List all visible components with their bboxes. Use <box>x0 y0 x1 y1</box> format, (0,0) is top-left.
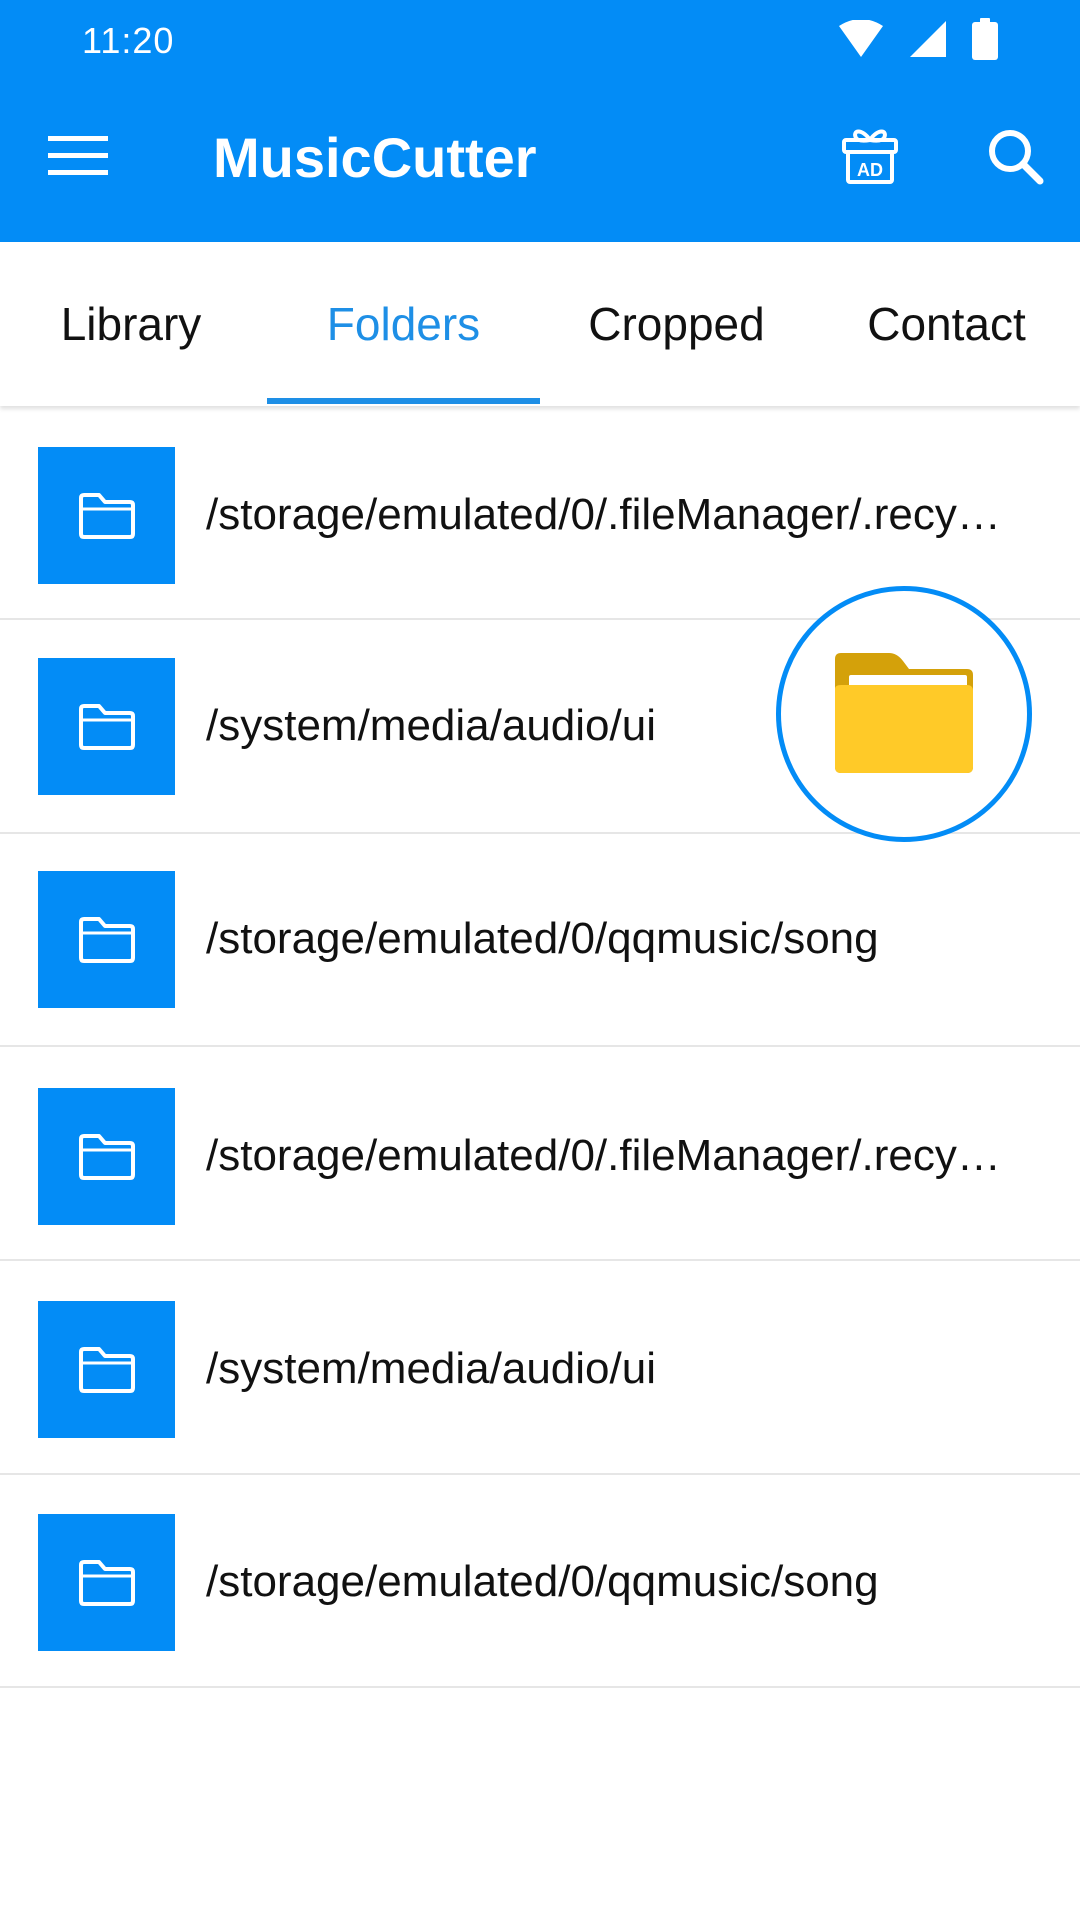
folder-icon <box>38 658 175 795</box>
folder-icon <box>38 1514 175 1651</box>
tab-folders[interactable]: Folders <box>267 242 540 406</box>
tab-contact-label: Contact <box>867 298 1026 350</box>
search-icon[interactable] <box>986 127 1044 185</box>
tab-active-indicator <box>267 398 540 404</box>
status-icons <box>838 18 998 60</box>
cellular-signal-icon <box>910 21 946 57</box>
yellow-folder-icon <box>835 653 973 773</box>
tab-library[interactable]: Library <box>0 242 262 406</box>
folder-path: /storage/emulated/0/.fileManager/.recycl… <box>206 1131 1006 1180</box>
folder-icon <box>38 447 175 584</box>
tab-bar: Library Folders Cropped Contact <box>0 242 1080 406</box>
status-time: 11:20 <box>82 20 175 61</box>
app-title: MusicCutter <box>213 126 537 189</box>
folder-row[interactable]: /system/media/audio/ui <box>0 1261 1080 1475</box>
folder-row[interactable]: /storage/emulated/0/.fileManager/.recycl… <box>0 1047 1080 1261</box>
tab-library-label: Library <box>60 298 202 350</box>
ad-icon-text: AD <box>857 160 883 180</box>
folder-path: /storage/emulated/0/.fileManager/.recycl… <box>206 490 1006 539</box>
hamburger-menu-icon[interactable] <box>48 136 108 176</box>
battery-icon <box>972 18 998 60</box>
tab-cropped[interactable]: Cropped <box>540 242 813 406</box>
folder-row[interactable]: /storage/emulated/0/qqmusic/song <box>0 833 1080 1047</box>
tab-contact[interactable]: Contact <box>813 242 1080 406</box>
wifi-icon <box>839 20 883 57</box>
tab-cropped-label: Cropped <box>588 298 765 350</box>
folder-icon <box>38 1088 175 1225</box>
folder-path: /system/media/audio/ui <box>206 1344 656 1393</box>
folder-row[interactable]: /storage/emulated/0/qqmusic/song <box>0 1474 1080 1688</box>
folder-icon <box>38 1301 175 1438</box>
folder-path: /storage/emulated/0/qqmusic/song <box>206 914 879 963</box>
app-bar: 11:20 MusicCutter AD <box>0 0 1080 242</box>
tab-folders-label: Folders <box>326 298 481 350</box>
folder-path: /storage/emulated/0/qqmusic/song <box>206 1557 879 1606</box>
gift-ad-icon[interactable]: AD <box>840 126 900 186</box>
floating-folder-button[interactable] <box>776 586 1032 842</box>
folder-icon <box>38 871 175 1008</box>
